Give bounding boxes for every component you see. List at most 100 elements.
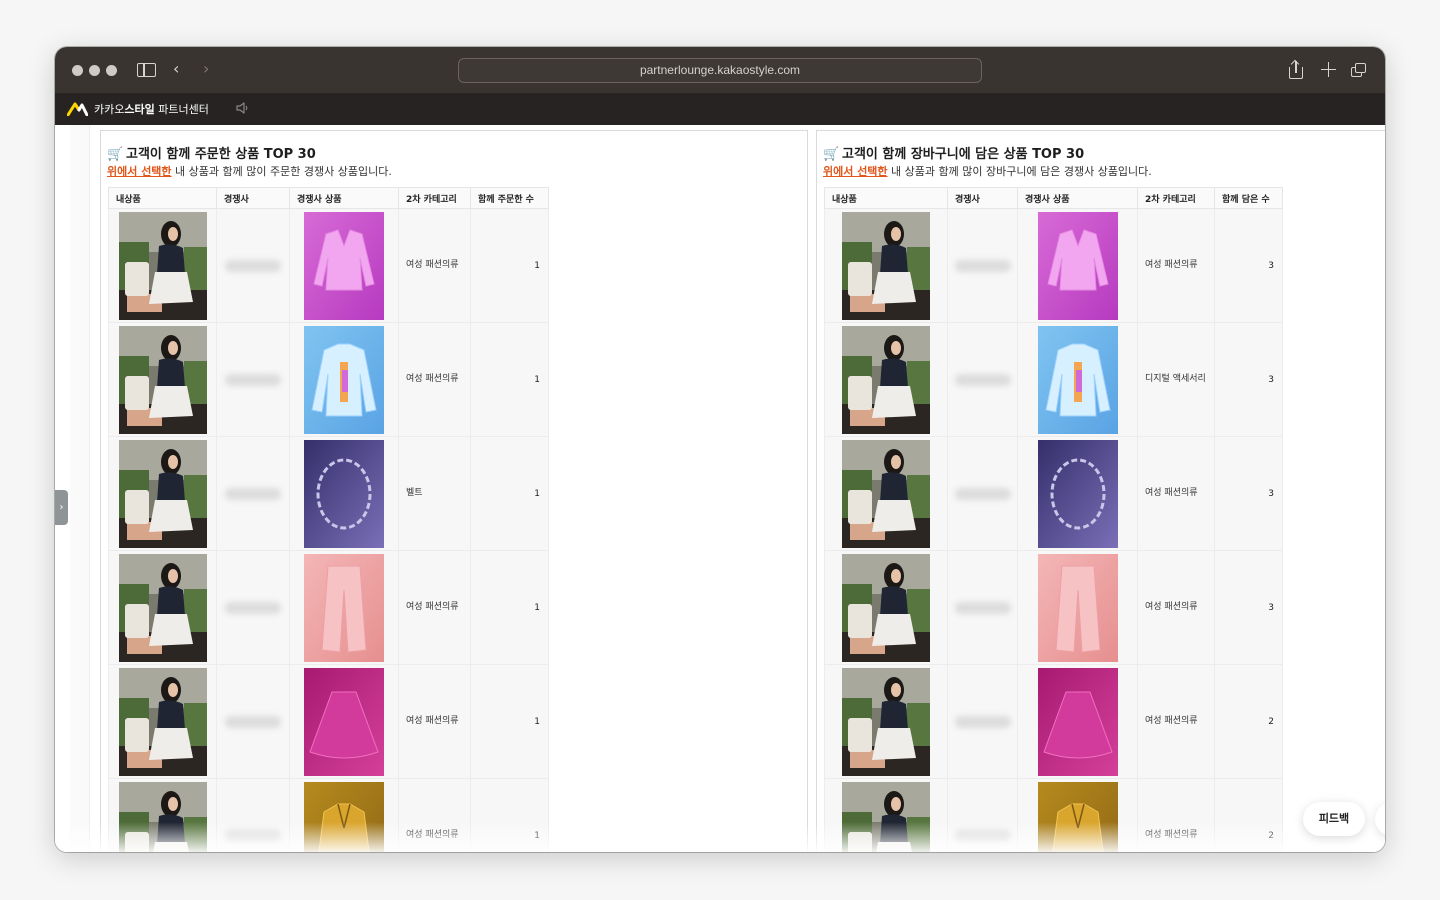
- competitor-name-blurred: [225, 601, 281, 614]
- my-product-cell: [108, 322, 217, 437]
- competitor-product-cell: [289, 778, 399, 853]
- my-product-image[interactable]: [842, 553, 930, 662]
- my-product-image[interactable]: [118, 667, 207, 776]
- table-header-row: 내상품 경쟁사 경쟁사 상품 2차 카테고리 함께 주문한 수: [108, 187, 549, 209]
- competitor-product-image[interactable]: [1034, 325, 1122, 434]
- competitor-product-image[interactable]: [1037, 781, 1118, 853]
- competitor-name-blurred: [954, 259, 1011, 272]
- competitor-name-blurred: [954, 829, 1011, 842]
- sidebar-expand-button[interactable]: ›: [55, 490, 68, 525]
- my-product-image[interactable]: [118, 325, 207, 434]
- my-product-cell: [824, 208, 948, 323]
- competitor-name-cell: [216, 550, 290, 665]
- table-row[interactable]: 여성 패션의류 3: [824, 208, 1283, 323]
- my-product-image[interactable]: [118, 553, 207, 662]
- competitor-product-image[interactable]: [1037, 211, 1118, 320]
- category-cell: 여성 패션의류: [398, 208, 471, 323]
- table-row[interactable]: 여성 패션의류 1: [108, 322, 549, 437]
- competitor-product-cell: [289, 322, 399, 437]
- carted-together-table: 내상품 경쟁사 경쟁사 상품 2차 카테고리 함께 담은 수 여성 패션의류 3 디…: [824, 187, 1283, 852]
- competitor-product-image[interactable]: [304, 667, 384, 776]
- competitor-product-image[interactable]: [304, 439, 384, 548]
- table-row[interactable]: 여성 패션의류 1: [108, 208, 549, 323]
- count-cell: 3: [1214, 436, 1283, 551]
- column-header: 내상품: [108, 187, 217, 209]
- panel-title: 🛒 고객이 함께 장바구니에 담은 상품 TOP 30: [823, 147, 1085, 162]
- my-product-image[interactable]: [842, 325, 930, 434]
- panel-carted-together: 🛒 고객이 함께 장바구니에 담은 상품 TOP 30 위에서 선택한 내 상품과…: [816, 130, 1385, 852]
- my-product-image[interactable]: [118, 211, 207, 320]
- competitor-product-cell: [289, 550, 399, 665]
- forward-arrow-icon[interactable]: ›: [203, 61, 209, 77]
- table-row[interactable]: 여성 패션의류 1: [108, 778, 549, 853]
- competitor-name-blurred: [954, 715, 1011, 728]
- competitor-product-cell: [289, 436, 399, 551]
- selected-product-link[interactable]: 위에서 선택한: [823, 165, 888, 178]
- competitor-name-cell: [216, 208, 290, 323]
- table-row[interactable]: 벨트 1: [108, 436, 549, 551]
- my-product-image[interactable]: [842, 211, 930, 320]
- my-product-cell: [108, 550, 217, 665]
- category-cell: 여성 패션의류: [1137, 778, 1215, 852]
- table-row[interactable]: 여성 패션의류 2: [824, 778, 1283, 853]
- competitor-name-cell: [216, 322, 290, 437]
- my-product-image[interactable]: [842, 781, 930, 853]
- page-content: › 🛒 고객이 함께 주문한 상품 TOP 30 위에서 선택한 내 상품과 함께…: [55, 125, 1385, 852]
- table-row[interactable]: 여성 패션의류 2: [824, 664, 1283, 779]
- notice-speaker-icon[interactable]: [236, 102, 248, 114]
- new-tab-icon[interactable]: [1321, 62, 1336, 77]
- app-title[interactable]: 카카오스타일 파트너센터: [94, 101, 209, 117]
- column-header: 경쟁사 상품: [1017, 187, 1138, 209]
- competitor-name-blurred: [954, 601, 1011, 614]
- kakaostyle-logo-icon[interactable]: [67, 101, 88, 116]
- competitor-name-cell: [947, 778, 1018, 852]
- window-zoom-button[interactable]: [106, 65, 117, 76]
- selected-product-link[interactable]: 위에서 선택한: [107, 165, 172, 178]
- table-row[interactable]: 여성 패션의류 3: [824, 436, 1283, 551]
- competitor-product-image[interactable]: [304, 325, 384, 434]
- my-product-cell: [108, 664, 217, 779]
- category-cell: 여성 패션의류: [398, 322, 471, 437]
- category-cell: 여성 패션의류: [398, 664, 471, 779]
- column-header: 경쟁사: [216, 187, 290, 209]
- competitor-name-cell: [947, 322, 1018, 437]
- share-icon[interactable]: [1289, 61, 1303, 79]
- address-bar[interactable]: partnerlounge.kakaostyle.com: [458, 58, 982, 83]
- category-cell: 여성 패션의류: [1137, 436, 1215, 551]
- panel-description: 위에서 선택한 내 상품과 함께 많이 주문한 경쟁사 상품입니다.: [107, 165, 392, 178]
- competitor-product-cell: [1017, 436, 1138, 551]
- competitor-name-blurred: [954, 487, 1011, 500]
- competitor-name-blurred: [225, 829, 281, 842]
- table-row[interactable]: 디지털 액세서리 3: [824, 322, 1283, 437]
- my-product-image[interactable]: [842, 439, 930, 548]
- competitor-product-image[interactable]: [1037, 553, 1118, 662]
- competitor-product-image[interactable]: [304, 211, 384, 320]
- tab-overview-icon[interactable]: [1351, 63, 1367, 78]
- category-cell: 여성 패션의류: [398, 550, 471, 665]
- competitor-product-image[interactable]: [304, 553, 384, 662]
- competitor-name-cell: [947, 436, 1018, 551]
- back-arrow-icon[interactable]: ‹: [173, 61, 179, 77]
- competitor-product-image[interactable]: [1034, 667, 1122, 776]
- sidebar-toggle-icon[interactable]: [137, 63, 156, 77]
- competitor-name-cell: [216, 664, 290, 779]
- my-product-image[interactable]: [842, 667, 930, 776]
- competitor-product-cell: [1017, 664, 1138, 779]
- category-cell: 여성 패션의류: [1137, 664, 1215, 779]
- count-cell: 1: [470, 322, 549, 437]
- window-minimize-button[interactable]: [89, 65, 100, 76]
- competitor-product-image[interactable]: [1037, 439, 1118, 548]
- table-row[interactable]: 여성 패션의류 1: [108, 550, 549, 665]
- window-close-button[interactable]: [72, 65, 83, 76]
- competitor-name-blurred: [225, 259, 281, 272]
- my-product-cell: [824, 436, 948, 551]
- feedback-button[interactable]: 피드백: [1303, 802, 1365, 836]
- my-product-image[interactable]: [118, 439, 207, 548]
- category-cell: 여성 패션의류: [1137, 550, 1215, 665]
- competitor-name-blurred: [225, 487, 281, 500]
- table-row[interactable]: 여성 패션의류 3: [824, 550, 1283, 665]
- competitor-name-blurred: [225, 715, 281, 728]
- my-product-image[interactable]: [118, 781, 207, 853]
- competitor-product-image[interactable]: [304, 781, 384, 853]
- table-row[interactable]: 여성 패션의류 1: [108, 664, 549, 779]
